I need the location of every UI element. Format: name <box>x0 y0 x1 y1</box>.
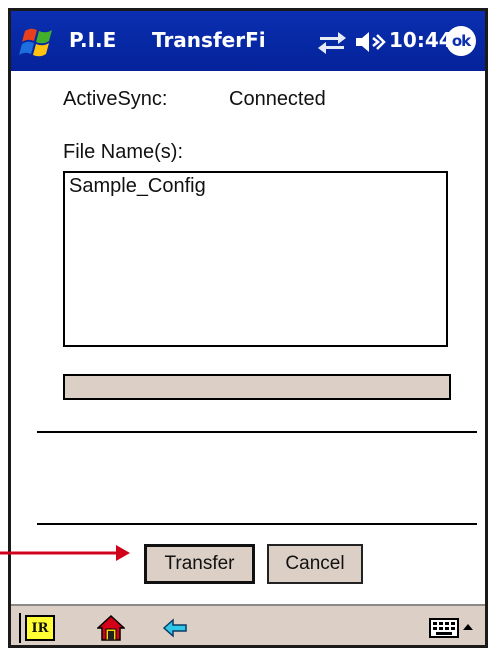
divider <box>37 523 477 525</box>
transfer-progress-bar <box>63 374 451 400</box>
annotation-arrow-head <box>116 545 130 561</box>
app-name: P.I.E <box>69 28 117 52</box>
keyboard-icon[interactable] <box>429 618 459 638</box>
ok-button[interactable]: ok <box>446 26 476 56</box>
sip-up-arrow-icon[interactable] <box>461 620 475 634</box>
activesync-label: ActiveSync: <box>63 88 168 110</box>
divider <box>37 431 477 433</box>
list-item[interactable]: Sample_Config <box>69 175 442 198</box>
menu-bar: IR <box>11 604 485 645</box>
annotation-arrow <box>0 545 130 561</box>
activesync-status: Connected <box>229 88 326 110</box>
clock[interactable]: 10:44 <box>389 28 453 52</box>
home-icon[interactable] <box>97 614 125 642</box>
transfer-button[interactable]: Transfer <box>144 544 255 584</box>
windows-flag-icon[interactable] <box>19 25 59 59</box>
activesync-arrows-icon[interactable] <box>316 29 348 55</box>
back-arrow-icon[interactable] <box>163 618 187 638</box>
speaker-volume-icon[interactable] <box>354 29 386 55</box>
file-names-label: File Name(s): <box>63 141 184 163</box>
window-title: TransferFi <box>152 28 266 52</box>
title-bar: P.I.E TransferFi 10:44 ok <box>11 11 485 71</box>
divider <box>19 613 21 643</box>
ir-icon[interactable]: IR <box>25 615 55 641</box>
cancel-button[interactable]: Cancel <box>267 544 363 584</box>
file-names-list[interactable]: Sample_Config <box>63 171 448 347</box>
